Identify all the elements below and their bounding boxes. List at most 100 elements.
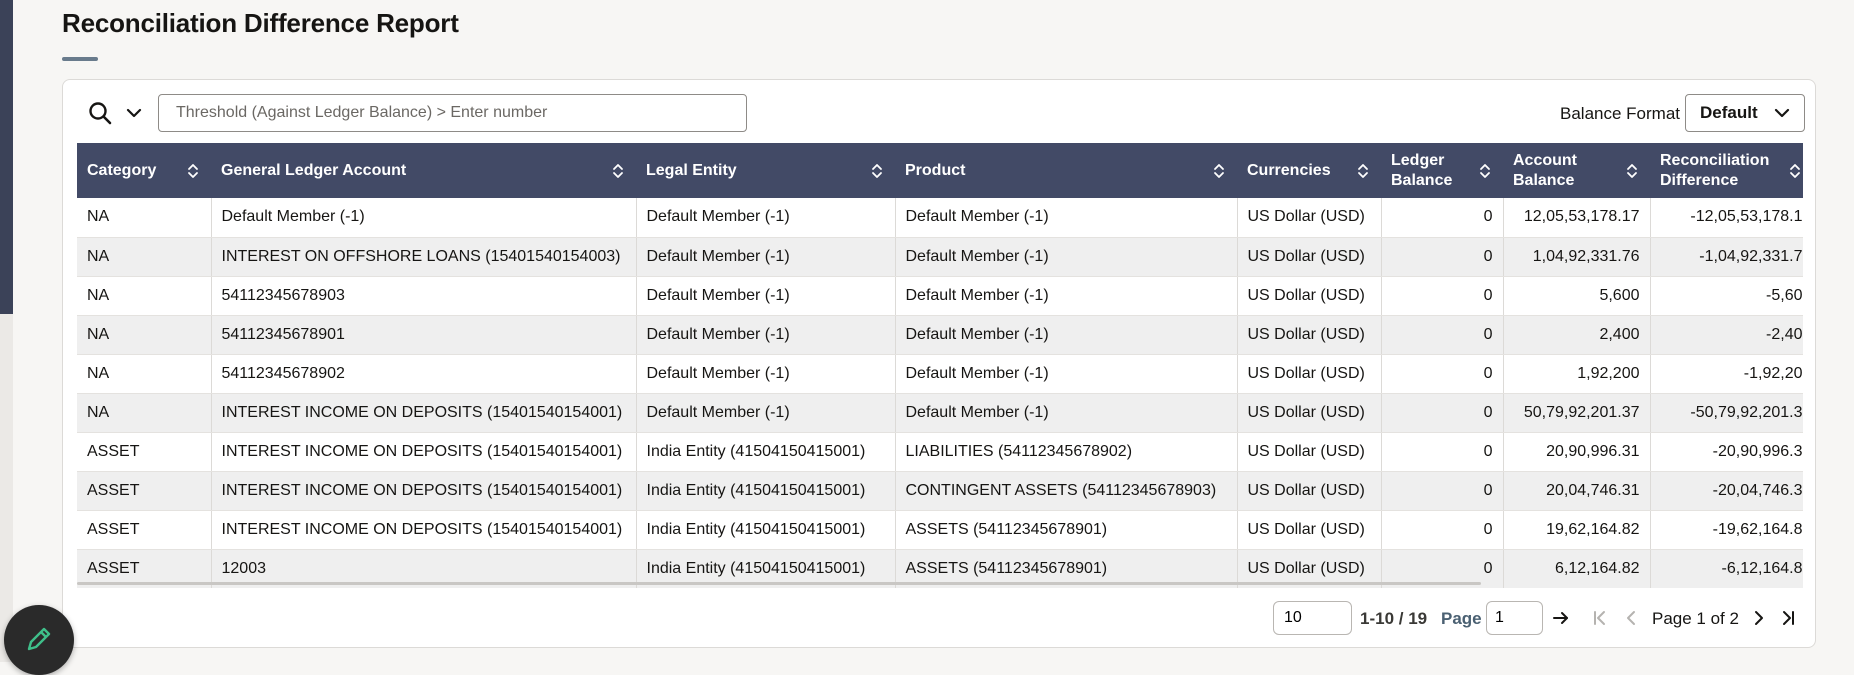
table-cell: ASSET — [77, 510, 212, 550]
table-row[interactable]: ASSET INTEREST INCOME ON DEPOSITS (154015… — [77, 510, 1803, 550]
previous-page-icon[interactable] — [1622, 609, 1640, 627]
arrow-right-icon[interactable] — [1552, 609, 1570, 627]
chevron-down-icon — [1774, 106, 1790, 120]
table-cell: 0 — [1381, 432, 1504, 472]
column-header-label: General Ledger Account — [221, 161, 407, 179]
horizontal-scrollbar[interactable] — [77, 582, 1481, 585]
report-card: Balance Format Default Category General … — [62, 79, 1816, 648]
table-body: NA Default Member (-1) Default Member (-1)… — [77, 198, 1803, 588]
threshold-filter-input[interactable] — [158, 94, 747, 132]
table-cell: India Entity (41504150415001) — [636, 471, 896, 511]
page-size-input[interactable] — [1273, 601, 1352, 635]
sort-icon[interactable] — [1357, 162, 1369, 180]
column-header-ledger-balance[interactable]: Ledger Balance — [1381, 143, 1503, 198]
table-cell: Default Member (-1) — [636, 276, 896, 316]
table-cell: US Dollar (USD) — [1237, 237, 1382, 277]
table-row[interactable]: NA Default Member (-1) Default Member (-1)… — [77, 198, 1803, 238]
table-cell: Default Member (-1) — [895, 315, 1238, 355]
search-icon[interactable] — [87, 100, 113, 126]
column-header-account-balance[interactable]: Account Balance — [1503, 143, 1650, 198]
table-cell: 0 — [1381, 471, 1504, 511]
table-row[interactable]: ASSET INTEREST INCOME ON DEPOSITS (154015… — [77, 432, 1803, 472]
table-cell: NA — [77, 354, 212, 394]
sort-icon[interactable] — [1789, 162, 1801, 180]
table-cell: -50,79,92,201.3 — [1650, 393, 1803, 433]
column-header-product[interactable]: Product — [895, 143, 1237, 198]
column-header-legal-entity[interactable]: Legal Entity — [636, 143, 895, 198]
table-cell: Default Member (-1) — [895, 276, 1238, 316]
column-header-label: Category — [87, 161, 157, 179]
toolbar: Balance Format Default — [63, 80, 1815, 144]
column-header-label: Reconciliation Difference — [1660, 151, 1770, 189]
page-of-text: Page 1 of 2 — [1652, 609, 1739, 628]
left-rail — [0, 0, 13, 314]
column-header-label: Legal Entity — [646, 161, 737, 179]
column-header-currencies[interactable]: Currencies — [1237, 143, 1381, 198]
table-cell: US Dollar (USD) — [1237, 471, 1382, 511]
table-row[interactable]: NA INTEREST INCOME ON DEPOSITS (154015401… — [77, 393, 1803, 433]
report-table: Category General Ledger Account Legal En… — [77, 143, 1803, 588]
table-cell: Default Member (-1) — [636, 198, 896, 238]
balance-format-value: Default — [1700, 103, 1758, 122]
table-cell: -19,62,164.8 — [1650, 510, 1803, 550]
table-cell: 1,92,200 — [1503, 354, 1651, 394]
chevron-down-icon[interactable] — [126, 106, 142, 120]
table-cell: 2,400 — [1503, 315, 1651, 355]
table-row[interactable]: NA 54112345678901 Default Member (-1) Defau… — [77, 315, 1803, 355]
edit-fab-button[interactable] — [4, 605, 74, 675]
page-title: Reconciliation Difference Report — [62, 8, 459, 38]
sort-icon[interactable] — [612, 162, 624, 180]
column-header-general-ledger-account[interactable]: General Ledger Account — [211, 143, 636, 198]
table-cell: Default Member (-1) — [211, 198, 637, 238]
column-header-reconciliation-difference[interactable]: Reconciliation Difference — [1650, 143, 1803, 198]
table-cell: INTEREST INCOME ON DEPOSITS (15401540154… — [211, 471, 637, 511]
title-underline — [62, 57, 98, 61]
report-table-container[interactable]: Category General Ledger Account Legal En… — [77, 143, 1803, 588]
table-cell: 12,05,53,178.17 — [1503, 198, 1651, 238]
pagination-bar: 1-10 / 19 Page Page 1 of 2 — [63, 601, 1815, 641]
table-cell: Default Member (-1) — [895, 198, 1238, 238]
table-cell: NA — [77, 237, 212, 277]
table-cell: US Dollar (USD) — [1237, 432, 1382, 472]
pencil-icon — [24, 624, 54, 654]
column-header-category[interactable]: Category — [77, 143, 211, 198]
table-cell: Default Member (-1) — [636, 354, 896, 394]
page-number-input[interactable] — [1486, 601, 1543, 635]
table-row[interactable]: NA 54112345678903 Default Member (-1) Defau… — [77, 276, 1803, 316]
last-page-icon[interactable] — [1779, 609, 1797, 627]
first-page-icon[interactable] — [1591, 609, 1609, 627]
table-cell: -1,92,20 — [1650, 354, 1803, 394]
table-row[interactable]: ASSET INTEREST INCOME ON DEPOSITS (154015… — [77, 471, 1803, 511]
sort-icon[interactable] — [1626, 162, 1638, 180]
table-cell: 50,79,92,201.37 — [1503, 393, 1651, 433]
table-cell: -6,12,164.8 — [1650, 549, 1803, 588]
next-page-icon[interactable] — [1750, 609, 1768, 627]
table-cell: 0 — [1381, 393, 1504, 433]
sort-icon[interactable] — [1213, 162, 1225, 180]
table-row[interactable]: NA 54112345678902 Default Member (-1) Defau… — [77, 354, 1803, 394]
table-cell: US Dollar (USD) — [1237, 510, 1382, 550]
balance-format-label: Balance Format — [1560, 104, 1680, 123]
table-cell: India Entity (41504150415001) — [636, 510, 896, 550]
table-cell: -20,90,996.3 — [1650, 432, 1803, 472]
table-header-row: Category General Ledger Account Legal En… — [77, 143, 1803, 198]
table-cell: 0 — [1381, 510, 1504, 550]
table-cell: -5,60 — [1650, 276, 1803, 316]
table-cell: US Dollar (USD) — [1237, 315, 1382, 355]
table-cell: Default Member (-1) — [895, 393, 1238, 433]
table-row[interactable]: NA INTEREST ON OFFSHORE LOANS (1540154015… — [77, 237, 1803, 277]
sort-icon[interactable] — [1479, 162, 1491, 180]
table-cell: INTEREST INCOME ON DEPOSITS (15401540154… — [211, 393, 637, 433]
table-cell: INTEREST INCOME ON DEPOSITS (15401540154… — [211, 510, 637, 550]
sort-icon[interactable] — [187, 162, 199, 180]
table-cell: US Dollar (USD) — [1237, 393, 1382, 433]
table-cell: 54112345678903 — [211, 276, 637, 316]
column-header-label: Account Balance — [1513, 151, 1577, 189]
balance-format-select[interactable]: Default — [1685, 94, 1805, 132]
table-cell: -2,40 — [1650, 315, 1803, 355]
column-header-label: Product — [905, 161, 966, 179]
table-cell: 0 — [1381, 237, 1504, 277]
table-cell: INTEREST INCOME ON DEPOSITS (15401540154… — [211, 432, 637, 472]
sort-icon[interactable] — [871, 162, 883, 180]
table-cell: -1,04,92,331.7 — [1650, 237, 1803, 277]
